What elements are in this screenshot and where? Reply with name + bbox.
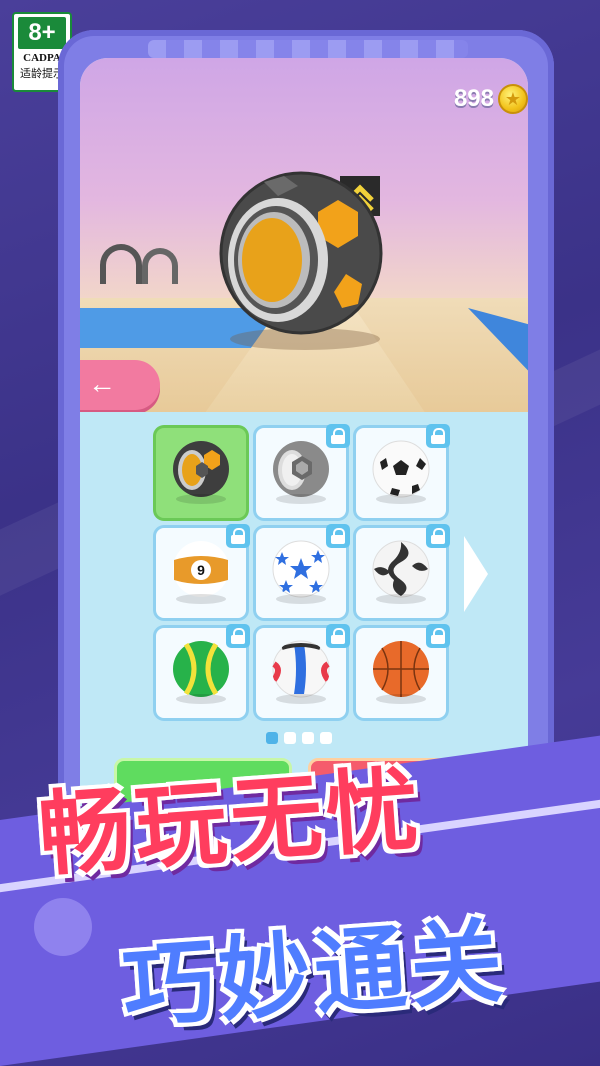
phone-top-bar — [148, 40, 468, 58]
lock-icon — [426, 424, 450, 448]
ball-shadow — [376, 594, 426, 604]
loop-ramp-icon — [100, 244, 142, 284]
lock-icon — [226, 624, 250, 648]
ball-shadow — [176, 694, 226, 704]
ball-shadow — [176, 494, 226, 504]
ball-shadow — [376, 694, 426, 704]
lock-icon — [226, 524, 250, 548]
ball-slot-basketball[interactable] — [356, 624, 450, 718]
ball-slot-volleyball[interactable] — [256, 624, 350, 718]
age-rating-number: 8+ — [18, 17, 66, 49]
blue-star-ball-icon — [272, 540, 330, 598]
ball-slot-hex-silver[interactable] — [256, 424, 350, 518]
swirl-ball-icon — [372, 540, 430, 598]
lock-icon — [426, 624, 450, 648]
lock-icon — [326, 624, 350, 648]
ball-slot-tennis[interactable] — [156, 624, 250, 718]
hex-gold-ball-icon — [173, 441, 229, 497]
ball-shadow — [276, 594, 326, 604]
hex-silver-ball-icon — [273, 441, 329, 497]
ball-slot-hex-gold[interactable] — [156, 428, 246, 518]
volleyball-icon — [272, 640, 330, 698]
ball-slot-billiard[interactable]: 9 — [156, 524, 250, 618]
billiard-ball-icon: 9 — [173, 541, 229, 597]
ball-slot-blue-star[interactable] — [256, 524, 350, 618]
next-page-arrow[interactable] — [464, 536, 488, 612]
lock-icon — [426, 524, 450, 548]
slogan-line-2: 巧妙通关 — [119, 907, 510, 1042]
ball-shadow — [376, 494, 426, 504]
billiard-number: 9 — [197, 562, 205, 578]
featured-ball — [219, 171, 383, 335]
lock-icon — [326, 424, 350, 448]
page-dot[interactable] — [284, 732, 296, 744]
ball-shadow — [176, 594, 226, 604]
basketball-icon — [373, 641, 429, 697]
soccer-ball-icon — [372, 440, 430, 498]
ball-shadow — [276, 494, 326, 504]
slogan-line-1: 畅玩无忧 — [35, 755, 426, 890]
coin-counter: 898 ★ — [454, 82, 528, 116]
tennis-ball-icon — [173, 641, 229, 697]
back-button[interactable]: ← — [80, 360, 160, 410]
star-coin-icon: ★ — [498, 84, 528, 114]
coin-count: 898 — [453, 85, 494, 112]
loop-ramp-icon — [142, 248, 178, 284]
page-dot[interactable] — [266, 732, 278, 744]
ball-slot-swirl[interactable] — [356, 524, 450, 618]
ball-slot-soccer[interactable] — [356, 424, 450, 518]
ball-shadow — [276, 694, 326, 704]
lock-icon — [326, 524, 350, 548]
decor-circle — [34, 898, 92, 956]
